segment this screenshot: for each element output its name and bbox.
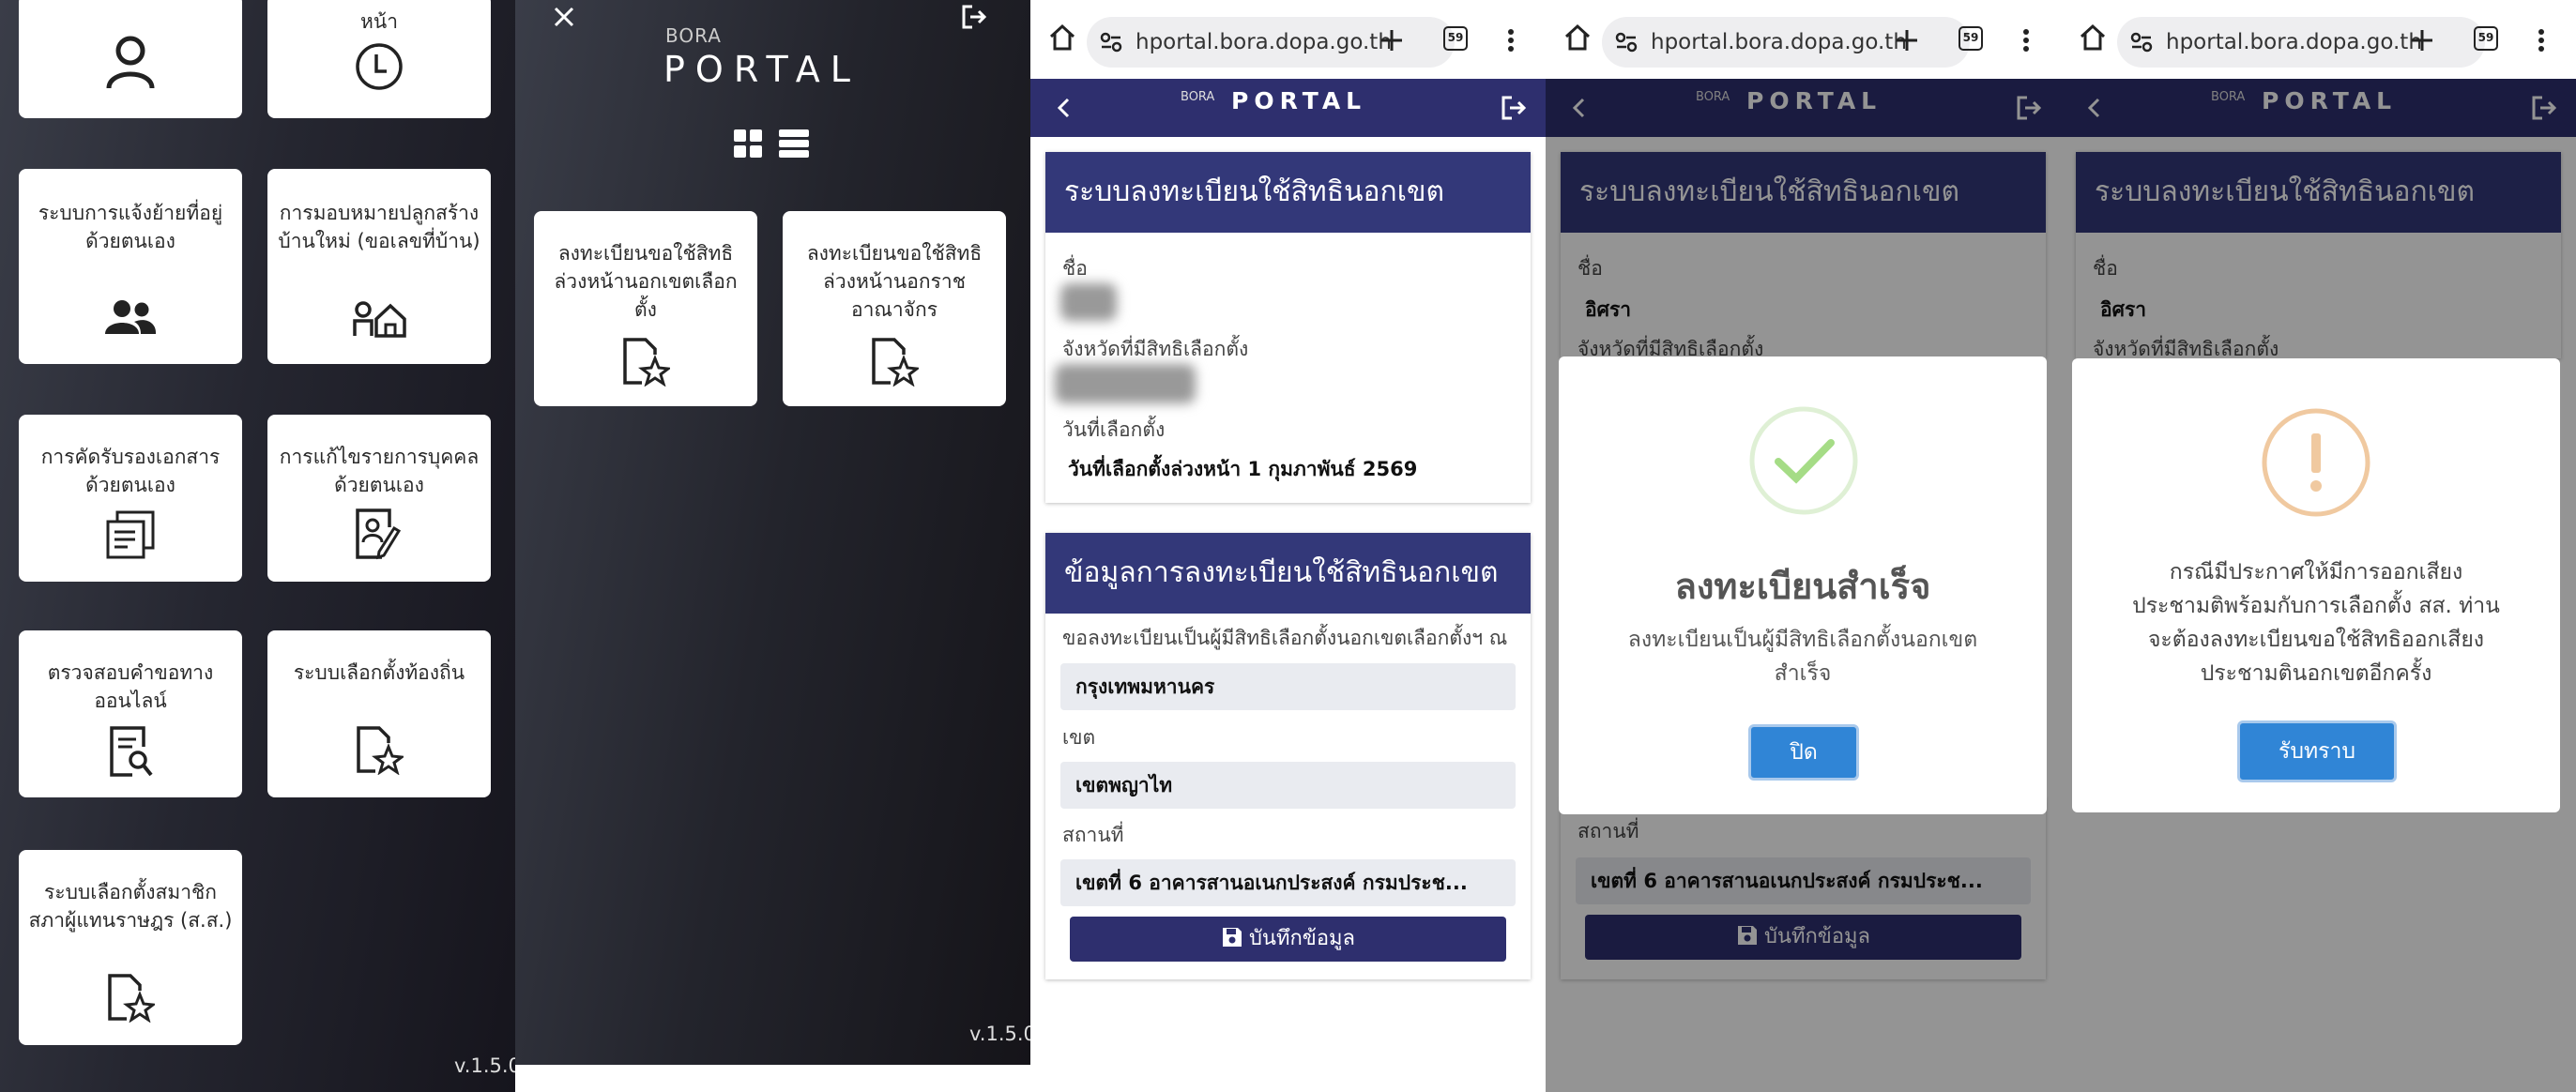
dialog-title: ลงทะเบียนสำเร็จ xyxy=(1674,566,1931,607)
menu-card-label: การคัดรับรองเอกสารด้วยตนเอง xyxy=(40,446,221,496)
menu-card-label: ระบบเลือกตั้งสมาชิกสภาผู้แทนราษฎร (ส.ส.) xyxy=(28,881,233,932)
brand-small: BORA xyxy=(1181,90,1215,104)
warning-dialog-screen: hportal.bora.dopa.go.th 59 BORA PORTAL ร… xyxy=(2061,0,2576,1092)
site-settings-icon[interactable] xyxy=(1100,32,1122,53)
url-text: hportal.bora.dopa.go.th xyxy=(2166,30,2422,54)
menu-card-local-election[interactable]: ระบบเลือกตั้งท้องถิ่น xyxy=(267,630,491,797)
registration-detail-card: ข้อมูลการลงทะเบียนใช้สิทธินอกเขต ขอลงทะเ… xyxy=(1045,533,1531,979)
menu-card-label: ระบบการแจ้งย้ายที่อยู่ด้วยตนเอง xyxy=(38,202,223,252)
warning-dialog: กรณีมีประกาศให้มีการออกเสียงประชามติพร้อ… xyxy=(2072,358,2560,812)
version-label: v.1.5.0 xyxy=(969,1023,1030,1045)
browser-address-bar: hportal.bora.dopa.go.th 59 xyxy=(2061,0,2576,79)
menu-screen-election: BORA PORTAL ลงทะเบียนขอใช้สิทธิล่วงหน้าน… xyxy=(515,0,1030,1065)
more-menu-icon[interactable] xyxy=(2538,28,2545,53)
menu-card-queue[interactable]: หน้า xyxy=(267,0,491,118)
browser-address-bar: hportal.bora.dopa.go.th 59 xyxy=(1546,0,2061,79)
new-tab-icon[interactable] xyxy=(2410,28,2434,53)
redacted-name xyxy=(1060,283,1117,321)
home-icon[interactable] xyxy=(1562,23,1593,53)
documents-icon xyxy=(106,510,155,559)
menu-card-label: ลงทะเบียนขอใช้สิทธิล่วงหน้านอกราชอาณาจัก… xyxy=(806,242,983,321)
district-label: เขต xyxy=(1062,726,1096,749)
grid-view-icon[interactable] xyxy=(733,129,763,159)
brand-title: PORTAL xyxy=(663,49,861,90)
menu-card-register-out-of-district[interactable]: ลงทะเบียนขอใช้สิทธิล่วงหน้านอกเขตเลือกตั… xyxy=(534,211,757,406)
app-header: BORA PORTAL xyxy=(1030,79,1546,137)
menu-card-new-house[interactable]: การมอบหมายปลูกสร้างบ้านใหม่ (ขอเลขที่บ้า… xyxy=(267,169,491,364)
menu-card-label: ลงทะเบียนขอใช้สิทธิล่วงหน้านอกเขตเลือกตั… xyxy=(554,242,738,321)
voter-info-card: ระบบลงทะเบียนใช้สิทธินอกเขต ชื่อ จังหวัด… xyxy=(1045,152,1531,503)
name-label: ชื่อ xyxy=(1062,257,1088,280)
close-icon[interactable] xyxy=(553,6,575,28)
save-icon xyxy=(1222,928,1242,947)
house-person-icon xyxy=(353,301,406,338)
list-view-icon[interactable] xyxy=(778,129,810,159)
menu-card-register-abroad[interactable]: ลงทะเบียนขอใช้สิทธิล่วงหน้านอกราชอาณาจัก… xyxy=(783,211,1006,406)
logout-icon[interactable] xyxy=(1500,95,1526,121)
more-menu-icon[interactable] xyxy=(2022,28,2030,53)
district-select[interactable]: เขตพญาไท xyxy=(1060,762,1516,809)
new-tab-icon[interactable] xyxy=(1895,28,1919,53)
warning-exclamation-icon xyxy=(2262,408,2370,517)
save-label: บันทึกข้อมูล xyxy=(1248,927,1356,950)
place-label: สถานที่ xyxy=(1062,824,1124,846)
document-star-icon xyxy=(872,338,919,387)
clock-icon xyxy=(356,43,403,90)
section-title: ข้อมูลการลงทะเบียนใช้สิทธินอกเขต xyxy=(1045,533,1531,614)
menu-card-label: การแก้ไขรายการบุคคลด้วยตนเอง xyxy=(279,446,480,496)
menu-card-label: ตรวจสอบคำขอทางออนไลน์ xyxy=(47,661,214,712)
menu-card-label: การมอบหมายปลูกสร้างบ้านใหม่ (ขอเลขที่บ้า… xyxy=(278,202,480,252)
users-icon xyxy=(105,300,157,334)
menu-card-move-address[interactable]: ระบบการแจ้งย้ายที่อยู่ด้วยตนเอง xyxy=(19,169,242,364)
date-label: วันที่เลือกตั้ง xyxy=(1062,418,1166,441)
success-dialog-screen: hportal.bora.dopa.go.th 59 BORA PORTAL ร… xyxy=(1546,0,2061,1092)
site-settings-icon[interactable] xyxy=(2130,32,2153,53)
brand-title: PORTAL xyxy=(1231,87,1367,114)
success-dialog: ลงทะเบียนสำเร็จ ลงทะเบียนเป็นผู้มีสิทธิเ… xyxy=(1559,356,2047,814)
tab-count-button[interactable]: 59 xyxy=(1959,26,1983,51)
new-tab-icon[interactable] xyxy=(1379,28,1404,53)
menu-card-label: หน้า xyxy=(360,10,398,33)
tab-count-button[interactable]: 59 xyxy=(1443,26,1468,51)
dialog-message: กรณีมีประกาศให้มีการออกเสียงประชามติพร้อ… xyxy=(2132,560,2500,686)
brand-small: BORA xyxy=(665,24,722,47)
more-menu-icon[interactable] xyxy=(1507,28,1515,53)
menu-card-profile[interactable] xyxy=(19,0,242,118)
back-icon[interactable] xyxy=(1057,98,1070,118)
acknowledge-button[interactable]: รับทราบ xyxy=(2237,720,2397,782)
place-select[interactable]: เขตที่ 6 อาคารสานอเนกประสงค์ กรมประช... xyxy=(1060,859,1516,906)
dialog-message: ลงทะเบียนเป็นผู้มีสิทธิเลือกตั้งนอกเขตสำ… xyxy=(1627,628,1978,686)
menu-card-check-request[interactable]: ตรวจสอบคำขอทางออนไลน์ xyxy=(19,630,242,797)
document-star-icon xyxy=(108,974,155,1023)
document-star-icon xyxy=(357,726,404,775)
site-settings-icon[interactable] xyxy=(1615,32,1638,53)
province-select[interactable]: กรุงเทพมหานคร xyxy=(1060,663,1516,710)
logout-icon[interactable] xyxy=(960,4,986,30)
menu-card-mp-election[interactable]: ระบบเลือกตั้งสมาชิกสภาผู้แทนราษฎร (ส.ส.) xyxy=(19,850,242,1045)
redacted-province xyxy=(1055,364,1196,403)
home-icon[interactable] xyxy=(1047,23,1077,53)
save-button[interactable]: บันทึกข้อมูล xyxy=(1070,917,1506,962)
menu-card-edit-person[interactable]: การแก้ไขรายการบุคคลด้วยตนเอง xyxy=(267,415,491,582)
document-search-icon xyxy=(110,726,153,777)
section-title: ระบบลงทะเบียนใช้สิทธินอกเขต xyxy=(1045,152,1531,233)
date-value: วันที่เลือกตั้งล่วงหน้า 1 กุมภาพันธ์ 256… xyxy=(1068,458,1418,480)
registration-form-screen: hportal.bora.dopa.go.th 59 BORA PORTAL ร… xyxy=(1030,0,1546,1092)
success-check-icon xyxy=(1749,406,1858,515)
version-label: v.1.5.0 xyxy=(454,1054,515,1077)
province-label: จังหวัดที่มีสิทธิเลือกตั้ง xyxy=(1062,338,1249,360)
close-dialog-button[interactable]: ปิด xyxy=(1748,724,1859,781)
url-text: hportal.bora.dopa.go.th xyxy=(1136,30,1392,54)
home-icon[interactable] xyxy=(2078,23,2108,53)
edit-document-icon xyxy=(356,508,402,560)
menu-card-certify-docs[interactable]: การคัดรับรองเอกสารด้วยตนเอง xyxy=(19,415,242,582)
menu-card-label: ระบบเลือกตั้งท้องถิ่น xyxy=(293,661,465,684)
document-star-icon xyxy=(623,338,670,387)
person-icon xyxy=(106,36,155,89)
browser-address-bar: hportal.bora.dopa.go.th 59 xyxy=(1030,0,1546,79)
request-label: ขอลงทะเบียนเป็นผู้มีสิทธิเลือกตั้งนอกเขต… xyxy=(1062,627,1508,649)
menu-screen-main: หน้า ระบบการแจ้งย้ายที่อยู่ด้วยตนเอง การ… xyxy=(0,0,515,1092)
url-text: hportal.bora.dopa.go.th xyxy=(1651,30,1907,54)
tab-count-button[interactable]: 59 xyxy=(2474,26,2498,51)
